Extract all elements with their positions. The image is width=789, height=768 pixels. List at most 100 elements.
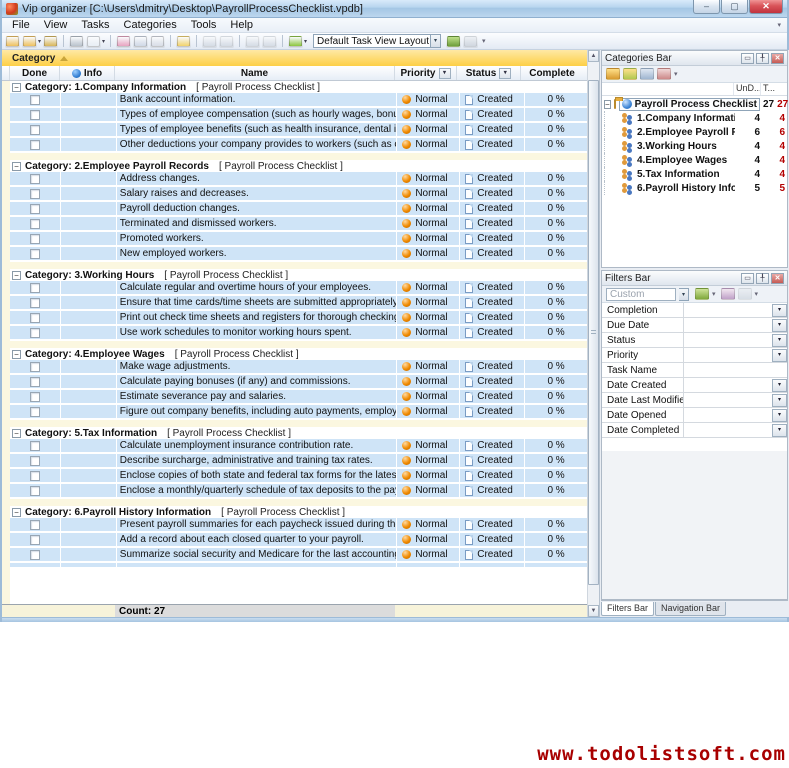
tree-category-item[interactable]: 1.Company Information44 xyxy=(602,111,787,125)
filters-panel-header[interactable]: Filters Bar ▭ ╀ ✕ xyxy=(602,271,787,286)
task-row[interactable]: Other deductions your company provides t… xyxy=(2,138,587,153)
task-row[interactable]: Estimate severance pay and salaries.Norm… xyxy=(2,390,587,405)
task-row[interactable]: Address changes.NormalCreated0 % xyxy=(2,172,587,187)
grid-scrollbar[interactable]: ▲ ▼ xyxy=(587,50,599,617)
column-header-name[interactable]: Name xyxy=(115,66,395,80)
open-database-icon[interactable] xyxy=(22,35,37,48)
menu-view[interactable]: View xyxy=(38,19,74,31)
group-by-category-button[interactable]: Category xyxy=(8,53,72,64)
titlebar[interactable]: Vip organizer [C:\Users\dmitry\Desktop\P… xyxy=(2,0,787,18)
group-header-row[interactable]: −Category: 3.Working Hours[ Payroll Proc… xyxy=(2,269,587,281)
done-checkbox[interactable] xyxy=(30,441,40,451)
task-row[interactable]: Describe surcharge, administrative and t… xyxy=(2,454,587,469)
filters-toolbar-dropdown[interactable]: ▾ xyxy=(755,290,761,298)
task-row[interactable]: Salary raises and decreases.NormalCreate… xyxy=(2,187,587,202)
done-checkbox[interactable] xyxy=(30,550,40,560)
filter-dropdown-icon[interactable]: ▾ xyxy=(772,319,787,332)
done-checkbox[interactable] xyxy=(30,392,40,402)
filter-value[interactable] xyxy=(684,423,772,437)
categories-panel-header[interactable]: Categories Bar ▭ ╀ ✕ xyxy=(602,51,787,66)
tree-category-item[interactable]: 3.Working Hours44 xyxy=(602,139,787,153)
task-row[interactable]: Print out check time sheets and register… xyxy=(2,311,587,326)
tree-root-item[interactable]: −Payroll Process Checklist2727 xyxy=(602,97,787,111)
categories-toolbar-dropdown[interactable]: ▾ xyxy=(674,70,680,78)
column-header-done[interactable]: Done xyxy=(10,66,60,80)
edit-task-icon[interactable] xyxy=(133,35,148,48)
column-header-priority[interactable]: Priority ▾ xyxy=(395,66,457,80)
task-row[interactable]: Promoted workers.NormalCreated0 % xyxy=(2,232,587,247)
filter-dropdown-icon[interactable]: ▾ xyxy=(772,394,787,407)
task-row[interactable]: Calculate unemployment insurance contrib… xyxy=(2,439,587,454)
done-checkbox[interactable] xyxy=(30,407,40,417)
filters-float-icon[interactable]: ▭ xyxy=(741,273,754,284)
print-preview-icon[interactable] xyxy=(86,35,101,48)
tab-navigation-bar[interactable]: Navigation Bar xyxy=(655,602,726,616)
layout-combo-value[interactable]: Default Task View Layout xyxy=(313,34,431,48)
collapse-icon[interactable]: − xyxy=(12,271,21,280)
toolbar-overflow-chevron[interactable]: ▾ xyxy=(482,37,488,45)
collapse-icon[interactable]: − xyxy=(12,162,21,171)
apply-filter-dropdown[interactable]: ▾ xyxy=(712,290,718,298)
task-row[interactable]: Terminated and dismissed workers.NormalC… xyxy=(2,217,587,232)
task-row[interactable]: Make wage adjustments.NormalCreated0 % xyxy=(2,360,587,375)
task-row[interactable]: Calculate regular and overtime hours of … xyxy=(2,281,587,296)
task-row[interactable]: Use work schedules to monitor working ho… xyxy=(2,326,587,341)
tab-filters-bar[interactable]: Filters Bar xyxy=(601,602,654,616)
filter-dropdown-icon[interactable]: ▾ xyxy=(772,409,787,422)
tree-category-item[interactable]: 2.Employee Payroll Records66 xyxy=(602,125,787,139)
group-header-row[interactable]: −Category: 6.Payroll History Information… xyxy=(2,506,587,518)
priority-filter-dropdown[interactable]: ▾ xyxy=(439,68,451,79)
new-database-icon[interactable] xyxy=(5,35,20,48)
task-row[interactable]: Add a record about each closed quarter t… xyxy=(2,533,587,548)
tree-collapse-icon[interactable]: − xyxy=(604,100,611,109)
done-checkbox[interactable] xyxy=(30,377,40,387)
collapse-icon[interactable]: − xyxy=(12,83,21,92)
scroll-up-icon[interactable]: ▲ xyxy=(588,50,599,62)
done-checkbox[interactable] xyxy=(30,234,40,244)
clear-filter-icon[interactable] xyxy=(721,288,735,300)
task-row[interactable]: Types of employee benefits (such as heal… xyxy=(2,123,587,138)
maximize-button[interactable]: ▢ xyxy=(721,0,748,14)
done-checkbox[interactable] xyxy=(30,125,40,135)
filter-preset-combo[interactable]: Custom xyxy=(606,288,676,301)
task-row[interactable]: Summarize social security and Medicare f… xyxy=(2,548,587,563)
menu-help[interactable]: Help xyxy=(224,19,259,31)
done-checkbox[interactable] xyxy=(30,535,40,545)
group-header-row[interactable]: −Category: 5.Tax Information[ Payroll Pr… xyxy=(2,427,587,439)
customize-layout-icon[interactable] xyxy=(446,35,461,48)
tree-category-item[interactable]: 6.Payroll History Information55 xyxy=(602,181,787,195)
filter-value[interactable] xyxy=(684,333,772,347)
panel-pin-icon[interactable]: ╀ xyxy=(756,53,769,64)
done-checkbox[interactable] xyxy=(30,189,40,199)
menu-file[interactable]: File xyxy=(6,19,36,31)
save-database-icon[interactable] xyxy=(43,35,58,48)
filter-dropdown-icon[interactable]: ▾ xyxy=(772,334,787,347)
task-row[interactable]: Types of employee compensation (such as … xyxy=(2,108,587,123)
group-header-row[interactable]: −Category: 2.Employee Payroll Records[ P… xyxy=(2,160,587,172)
scrollbar-track[interactable] xyxy=(588,62,599,605)
task-row[interactable]: Figure out company benefits, including a… xyxy=(2,405,587,420)
layout-combo-dropdown[interactable]: ▾ xyxy=(431,34,441,48)
new-subcategory-icon[interactable] xyxy=(623,68,637,80)
menu-tasks[interactable]: Tasks xyxy=(75,19,115,31)
task-row[interactable]: New employed workers.NormalCreated0 % xyxy=(2,247,587,262)
filter-dropdown-icon[interactable]: ▾ xyxy=(772,424,787,437)
filters-pin-icon[interactable]: ╀ xyxy=(756,273,769,284)
task-row[interactable]: Ensure that time cards/time sheets are s… xyxy=(2,296,587,311)
layout-combo[interactable]: Default Task View Layout ▾ xyxy=(313,34,441,48)
done-checkbox[interactable] xyxy=(30,95,40,105)
group-header-row[interactable]: −Category: 4.Employee Wages[ Payroll Pro… xyxy=(2,348,587,360)
done-checkbox[interactable] xyxy=(30,283,40,293)
status-filter-dropdown[interactable]: ▾ xyxy=(499,68,511,79)
collapse-icon[interactable]: − xyxy=(12,508,21,517)
filter-value[interactable] xyxy=(684,303,772,317)
panel-close-icon[interactable]: ✕ xyxy=(771,53,784,64)
complete-task-icon[interactable] xyxy=(176,35,191,48)
column-header-info[interactable]: Info xyxy=(60,66,115,80)
done-checkbox[interactable] xyxy=(30,328,40,338)
filter-value[interactable] xyxy=(684,393,772,407)
apply-filter-icon[interactable] xyxy=(695,288,709,300)
task-row[interactable]: Enclose copies of both state and federal… xyxy=(2,469,587,484)
done-checkbox[interactable] xyxy=(30,140,40,150)
task-row[interactable]: Enclose a monthly/quarterly schedule of … xyxy=(2,484,587,499)
